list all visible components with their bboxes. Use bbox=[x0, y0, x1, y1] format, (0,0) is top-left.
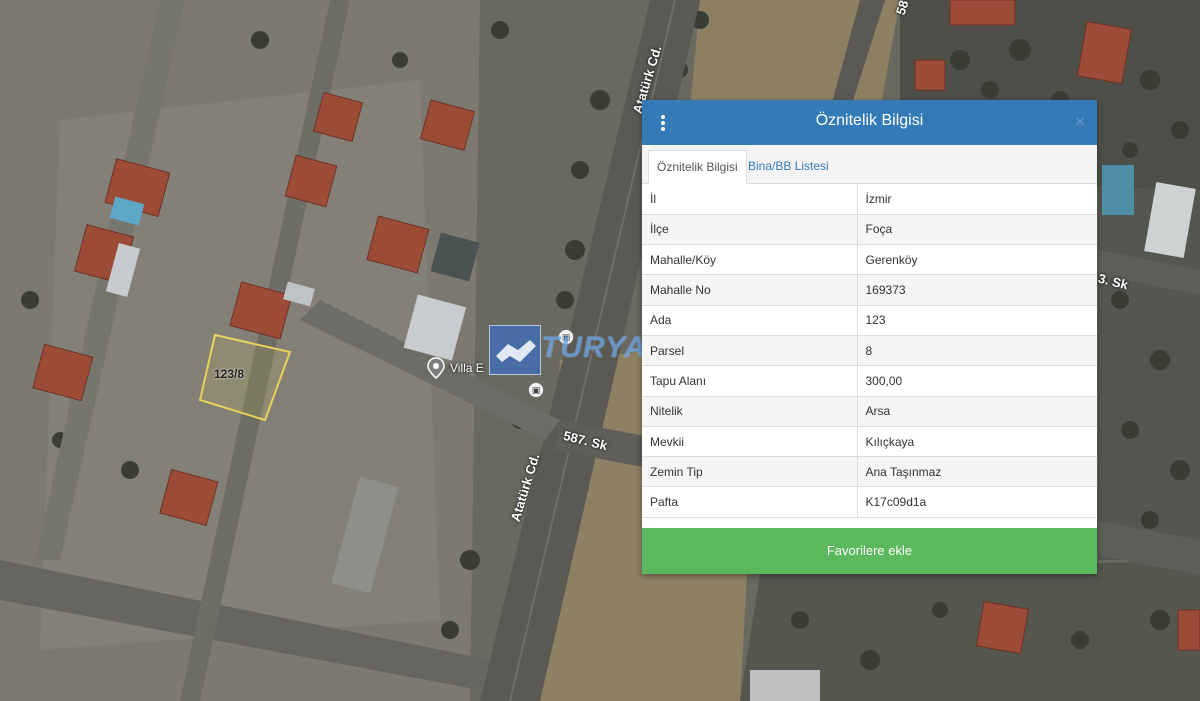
table-row: Mahalle No 169373 bbox=[642, 274, 1097, 306]
attr-value: 300,00 bbox=[857, 365, 1097, 397]
attr-value: 8 bbox=[857, 335, 1097, 367]
parcel-label[interactable]: 123/8 bbox=[214, 367, 244, 381]
map-pin-icon[interactable] bbox=[427, 357, 445, 379]
table-row: Parsel 8 bbox=[642, 335, 1097, 367]
table-row: İl İzmir bbox=[642, 184, 1097, 215]
table-row: Mevkii Kılıçkaya bbox=[642, 426, 1097, 458]
bus-stop-icon[interactable]: ▣ bbox=[528, 382, 544, 398]
attr-value: Ana Taşınmaz bbox=[857, 456, 1097, 488]
attr-key: Ada bbox=[642, 305, 858, 336]
attribute-table: İl İzmir İlçe Foça Mahalle/Köy Gerenköy … bbox=[642, 184, 1097, 518]
tab-bar: Öznitelik Bilgisi Bina/BB Listesi bbox=[642, 145, 1097, 184]
place-label[interactable]: Villa E bbox=[450, 361, 484, 375]
attr-value: Arsa bbox=[857, 396, 1097, 427]
attr-key: Mahalle No bbox=[642, 274, 858, 306]
panel-title: Öznitelik Bilgisi bbox=[815, 112, 924, 129]
attr-value: Gerenköy bbox=[857, 244, 1097, 276]
attribute-panel: Öznitelik Bilgisi × Öznitelik Bilgisi Bi… bbox=[642, 100, 1097, 574]
add-to-favorites-button[interactable]: Favorilere ekle bbox=[642, 528, 1097, 574]
panel-header: Öznitelik Bilgisi × bbox=[642, 100, 1097, 145]
attr-key: Parsel bbox=[642, 335, 858, 367]
table-row: İlçe Foça bbox=[642, 214, 1097, 246]
table-row: Mahalle/Köy Gerenköy bbox=[642, 244, 1097, 276]
table-row: Pafta K17c09d1a bbox=[642, 486, 1097, 518]
attr-key: Tapu Alanı bbox=[642, 365, 858, 397]
attr-value: Kılıçkaya bbox=[857, 426, 1097, 458]
tab-attribute-info[interactable]: Öznitelik Bilgisi bbox=[648, 150, 747, 184]
attr-value: Foça bbox=[857, 214, 1097, 246]
attr-value: K17c09d1a bbox=[857, 486, 1097, 518]
attr-key: Nitelik bbox=[642, 396, 858, 427]
attr-value: İzmir bbox=[857, 184, 1097, 215]
attr-key: İlçe bbox=[642, 214, 858, 246]
close-icon[interactable]: × bbox=[1075, 112, 1085, 132]
table-row: Ada 123 bbox=[642, 305, 1097, 336]
table-row: Zemin Tip Ana Taşınmaz bbox=[642, 456, 1097, 488]
watermark-logo bbox=[489, 325, 541, 375]
attr-key: Mevkii bbox=[642, 426, 858, 458]
tab-building-list[interactable]: Bina/BB Listesi bbox=[740, 150, 837, 183]
attr-key: İl bbox=[642, 184, 858, 215]
attr-value: 169373 bbox=[857, 274, 1097, 306]
table-row: Nitelik Arsa bbox=[642, 396, 1097, 427]
attr-key: Mahalle/Köy bbox=[642, 244, 858, 276]
attr-key: Pafta bbox=[642, 486, 858, 518]
attr-key: Zemin Tip bbox=[642, 456, 858, 488]
attr-value: 123 bbox=[857, 305, 1097, 336]
table-row: Tapu Alanı 300,00 bbox=[642, 365, 1097, 397]
